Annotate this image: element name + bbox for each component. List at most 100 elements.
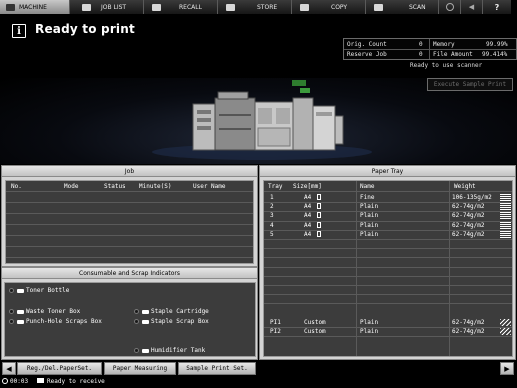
tray-weight: 62-74g/m2	[452, 221, 485, 229]
tray-row[interactable]: PI2 Custom Plain 62-74g/m2	[264, 327, 512, 338]
status-time: 00:03	[10, 378, 29, 385]
tab-label: JOB LIST	[101, 3, 127, 11]
tab-job-list[interactable]: JOB LIST	[70, 0, 144, 14]
tray-weight: 106-135g/m2	[452, 194, 492, 201]
job-panel: Job No. Mode Status Minute(S) User Name	[1, 165, 258, 267]
job-table: No. Mode Status Minute(S) User Name	[5, 180, 254, 264]
prev-button[interactable]: ◀	[2, 362, 16, 375]
tab-scan[interactable]: SCAN	[366, 0, 439, 14]
paper-measuring-button[interactable]: Paper Measuring	[104, 362, 176, 375]
sample-print-set-button[interactable]: Sample Print Set.	[178, 362, 256, 375]
orig-count-label: Orig. Count	[347, 41, 387, 48]
col-user-name: User Name	[193, 183, 226, 190]
paper-level-icon	[500, 194, 511, 201]
tray-size: A4	[304, 221, 312, 229]
staple-scrap-icon	[142, 319, 149, 324]
status-dot	[134, 348, 139, 353]
consumables-panel-title: Consumable and Scrap Indicators	[2, 268, 257, 279]
globe-icon	[445, 3, 454, 11]
punch-hole-icon	[17, 319, 24, 324]
tray-weight: 62-74g/m2	[452, 328, 485, 336]
reserve-job-label: Reserve Job	[347, 51, 387, 58]
tray-row[interactable]: 4 A4 Plain 62-74g/m2	[264, 221, 512, 231]
receive-icon	[37, 378, 44, 383]
status-bar: 00:03 Ready to receive	[0, 376, 517, 388]
tray-tray: 2	[270, 203, 274, 211]
paper-level-icon	[500, 212, 511, 220]
reg-del-paper-set-button[interactable]: Reg./Del.PaperSet.	[17, 362, 102, 375]
tray-weight: 62-74g/m2	[452, 319, 485, 326]
tray-size: A4	[304, 203, 312, 211]
page-title: Ready to print	[35, 22, 135, 36]
tray-row[interactable]: 1 A4 Fine 106-135g/m2	[264, 193, 512, 204]
memory-value: 99.99%	[486, 41, 508, 48]
paper-level-icon	[500, 203, 511, 211]
col-name: Name	[360, 183, 375, 190]
tab-label: STORE	[257, 3, 278, 11]
tray-name: Plain	[360, 212, 379, 220]
tray-row[interactable]: PI1 Custom Plain 62-74g/m2	[264, 318, 512, 329]
paper-orientation-icon	[317, 221, 321, 228]
top-tab-bar: MACHINE JOB LIST RECALL STORE COPY SCAN …	[0, 0, 517, 14]
waste-toner-box-icon	[17, 309, 24, 314]
store-icon	[226, 3, 235, 11]
tray-size: A4	[304, 194, 312, 201]
tray-name: Plain	[360, 328, 379, 336]
info-icon: i	[12, 24, 26, 38]
scanner-status: Ready to use scanner	[410, 62, 483, 69]
col-mode: Mode	[64, 183, 79, 190]
paper-tray-panel: Paper Tray Tray Size[mm] Name Weight 1 A4…	[259, 165, 516, 360]
reserve-job-value: 0	[419, 51, 423, 58]
counter-box: Orig. Count 0 Memory 99.99% Reserve Job …	[343, 38, 517, 60]
col-status: Status	[104, 183, 126, 190]
help-button[interactable]: ?	[483, 0, 511, 14]
tray-row[interactable]: 5 A4 Plain 62-74g/m2	[264, 230, 512, 240]
paper-level-icon	[500, 230, 511, 238]
tray-weight: 62-74g/m2	[452, 230, 485, 238]
tray-name: Plain	[360, 319, 379, 326]
status-dot	[9, 288, 14, 293]
copy-icon	[300, 3, 309, 11]
waste-toner-box-indicator: Waste Toner Box	[9, 308, 80, 315]
tray-size: Custom	[304, 319, 326, 326]
tab-store[interactable]: STORE	[218, 0, 292, 14]
orig-count-value: 0	[419, 41, 423, 48]
post-inserter-tray-icon	[500, 319, 511, 326]
humidifier-tank-icon	[142, 348, 149, 353]
paper-tray-table: Tray Size[mm] Name Weight 1 A4 Fine 106-135…	[263, 180, 513, 357]
tray-weight: 62-74g/m2	[452, 212, 485, 220]
execute-sample-print-button[interactable]: Execute Sample Print	[427, 78, 513, 91]
file-amount-value: 99.414%	[482, 51, 508, 58]
sound-button[interactable]: ◀	[461, 0, 483, 14]
tab-label: RECALL	[179, 3, 202, 11]
globe-button[interactable]	[439, 0, 461, 14]
tray-tray: PI1	[270, 319, 281, 326]
tray-name: Plain	[360, 221, 379, 229]
tray-row[interactable]: 2 A4 Plain 62-74g/m2	[264, 202, 512, 213]
punch-hole-scraps-box-indicator: Punch-Hole Scraps Box	[9, 318, 102, 325]
col-no: No.	[11, 183, 22, 190]
scan-icon	[374, 3, 383, 11]
file-amount-label: File Amount	[433, 51, 473, 58]
status-message: Ready to receive	[47, 378, 105, 385]
tab-label: MACHINE	[19, 3, 47, 11]
tray-tray: 1	[270, 194, 274, 201]
paper-orientation-icon	[317, 230, 321, 237]
tray-row[interactable]: 3 A4 Plain 62-74g/m2	[264, 211, 512, 222]
tab-copy[interactable]: COPY	[292, 0, 366, 14]
status-dot	[134, 319, 139, 324]
next-button[interactable]: ▶	[500, 362, 514, 375]
paper-orientation-icon	[317, 194, 321, 200]
bottom-bar: ◀ Reg./Del.PaperSet. Paper Measuring Sam…	[0, 361, 517, 375]
col-weight: Weight	[454, 183, 476, 190]
tray-name: Plain	[360, 230, 379, 238]
clock-icon	[2, 378, 8, 384]
status-dot	[9, 319, 14, 324]
tab-machine[interactable]: MACHINE	[0, 0, 70, 14]
tab-label: COPY	[331, 3, 348, 11]
tab-recall[interactable]: RECALL	[144, 0, 218, 14]
memory-label: Memory	[433, 41, 455, 48]
paper-orientation-icon	[317, 212, 321, 219]
tray-tray: 4	[270, 221, 274, 229]
staple-icon	[142, 309, 149, 314]
